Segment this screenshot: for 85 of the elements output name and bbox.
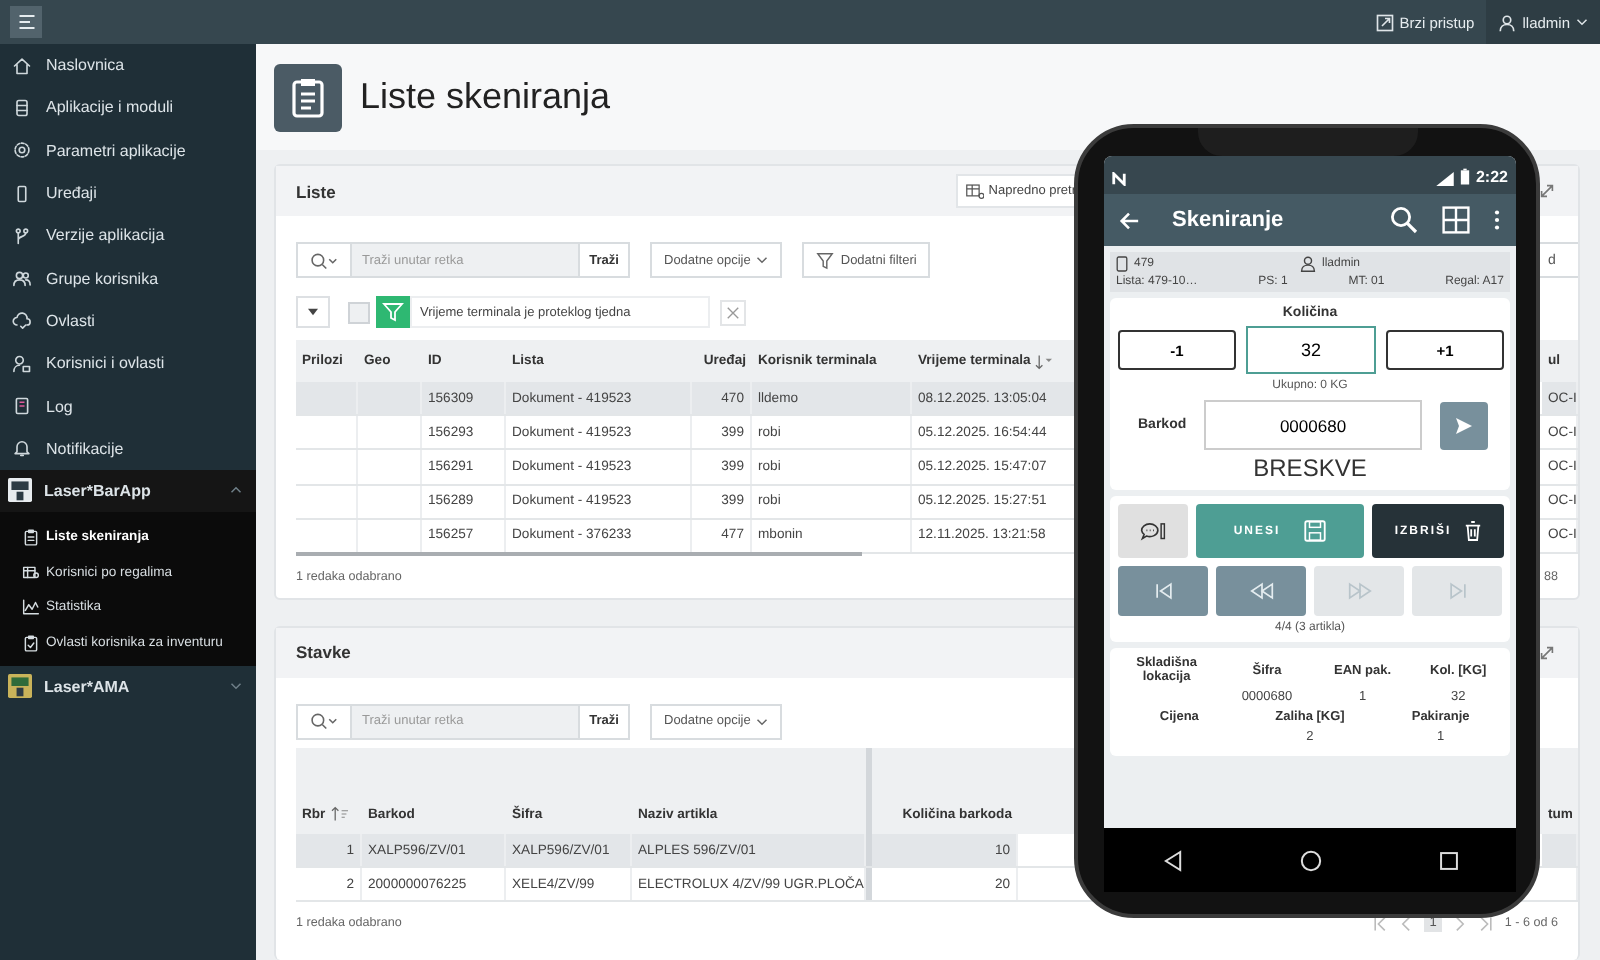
- user-icon: [1300, 256, 1316, 272]
- chevron-icon: [230, 682, 242, 691]
- expand-icon[interactable]: [1538, 182, 1556, 200]
- cloud-icon: [12, 310, 32, 331]
- app-title: Skeniranje: [1172, 208, 1286, 232]
- save-icon: [1304, 520, 1327, 542]
- remove-filter-button[interactable]: [720, 299, 746, 325]
- scrollbar[interactable]: [296, 551, 862, 556]
- table-icon: [966, 183, 985, 199]
- branch-icon: [12, 225, 32, 246]
- bell-icon: [12, 438, 32, 459]
- sort-ascending-icon[interactable]: [329, 805, 350, 822]
- database-icon: [12, 97, 32, 118]
- sidebar-item[interactable]: Log: [0, 384, 256, 428]
- book-icon: [12, 396, 32, 417]
- card-title: Liste: [296, 181, 338, 201]
- caret-icon: [1576, 18, 1588, 26]
- chevron-icon: [230, 486, 242, 495]
- sidebar-item[interactable]: Naslovnica: [0, 44, 256, 87]
- more-icon[interactable]: [1494, 208, 1500, 232]
- search-icon[interactable]: [1390, 206, 1418, 234]
- back-arrow-icon[interactable]: [1118, 209, 1140, 231]
- sidebar-item[interactable]: Uređaji: [0, 171, 256, 215]
- sidebar-group[interactable]: Laser*AMA: [0, 665, 256, 708]
- next-page-icon[interactable]: [1452, 915, 1469, 932]
- signal-icon: [1435, 172, 1454, 186]
- menu-button[interactable]: [10, 6, 42, 38]
- quantity-field[interactable]: 32: [1246, 326, 1376, 374]
- gear-icon: [12, 140, 32, 161]
- comment-button[interactable]: [1118, 504, 1188, 558]
- sidebar-group[interactable]: Laser*BarApp: [0, 469, 256, 512]
- sidebar-item[interactable]: Aplikacije i moduli: [0, 86, 256, 130]
- comment-pen-icon: [1140, 521, 1166, 541]
- filter-icon: [816, 251, 835, 269]
- filter-icon: [376, 296, 410, 328]
- sidebar-item[interactable]: Grupe korisnika: [0, 256, 256, 300]
- back-icon[interactable]: [1163, 849, 1181, 871]
- app-logo-icon: [8, 674, 32, 699]
- skip-end-icon: [1445, 582, 1469, 600]
- sidebar-item[interactable]: Ovlasti: [0, 299, 256, 343]
- page-title: Liste skeniranja: [360, 76, 611, 118]
- first-page-icon[interactable]: [1371, 915, 1388, 932]
- trash-icon: [1463, 520, 1482, 542]
- recents-icon[interactable]: [1439, 851, 1457, 869]
- fast-forward-icon: [1347, 582, 1371, 600]
- notification-icon: [1112, 172, 1126, 186]
- filter-checkbox[interactable]: [348, 301, 370, 323]
- send-icon: [1454, 415, 1474, 435]
- sidebar-item[interactable]: Korisnici i ovlasti: [0, 342, 256, 385]
- clock-text: 2:22: [1475, 168, 1508, 186]
- clipboard-icon: [22, 528, 40, 547]
- article-name: BRESKVE: [1251, 454, 1369, 482]
- clipboard-icon: [274, 63, 342, 131]
- send-button[interactable]: [1440, 401, 1488, 449]
- last-page-icon[interactable]: [1478, 915, 1495, 932]
- people-icon: [12, 268, 32, 289]
- collapse-button[interactable]: [296, 296, 330, 328]
- user-icon: [1498, 13, 1517, 31]
- barcode-field[interactable]: 0000680: [1204, 400, 1422, 450]
- house-icon: [12, 55, 32, 76]
- phone-icon: [12, 183, 32, 204]
- expand-icon[interactable]: [1538, 643, 1556, 662]
- sort-descending-icon[interactable]: [1034, 353, 1055, 369]
- card-title: Stavke: [296, 642, 353, 663]
- menu-icon: [17, 14, 35, 30]
- sidebar-item[interactable]: Parametri aplikacije: [0, 129, 256, 172]
- sidebar-item[interactable]: Verzije aplikacija: [0, 214, 256, 257]
- rewind-icon: [1249, 582, 1273, 600]
- app-logo-icon: [8, 478, 32, 503]
- battery-icon: [1459, 168, 1470, 186]
- table-user-icon: [22, 563, 40, 582]
- sidebar-item[interactable]: Notifikacije: [0, 427, 256, 470]
- external-link-icon: [1375, 13, 1394, 31]
- caret-icon: [756, 256, 769, 264]
- home-icon[interactable]: [1299, 849, 1321, 871]
- chart-line-icon: [22, 598, 40, 617]
- clipboard-check-icon: [22, 633, 40, 652]
- skip-start-icon: [1151, 582, 1175, 600]
- grid-icon[interactable]: [1442, 206, 1470, 234]
- caret-icon: [756, 717, 769, 726]
- user-icon: [12, 353, 32, 374]
- phone-icon: [1116, 256, 1128, 272]
- close-icon: [726, 305, 740, 319]
- caret-icon: [308, 308, 318, 316]
- previous-page-icon[interactable]: [1397, 915, 1414, 932]
